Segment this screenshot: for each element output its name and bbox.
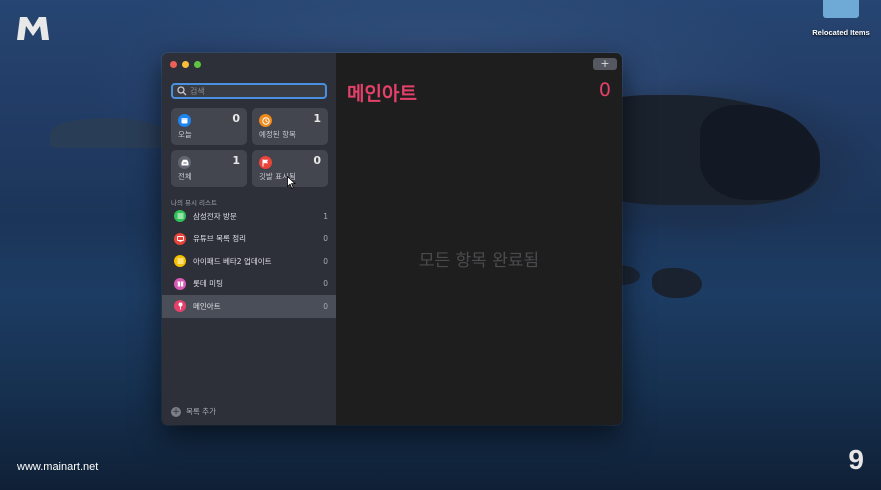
list-title: 메인아트 [347,83,417,105]
zoom-button[interactable] [194,61,201,68]
add-list-label: 목록 추가 [186,407,216,416]
list-bullet-icon [174,255,186,268]
reminders-window: 0 오늘 1 예정된 항목 1 전체 0 [162,53,622,425]
flag-icon [259,156,272,169]
gift-icon [174,277,186,290]
list-name: 메인아트 [193,301,221,311]
list-count: 1 [323,211,328,221]
add-reminder-button[interactable]: + [593,58,617,70]
tray-icon [178,156,191,169]
empty-state-message: 모든 항목 완료됨 [418,251,540,271]
relocated-items-icon[interactable]: Relocated Items [801,0,881,37]
relocated-items-label: Relocated Items [812,28,870,37]
smart-list-count: 1 [232,154,240,167]
tv-icon [174,232,186,245]
mouse-cursor-icon [287,176,296,189]
list-item[interactable]: 유튜브 목록 정리 0 [162,228,336,251]
smart-list-count: 0 [313,154,321,167]
folder-icon [823,0,859,18]
list-bullet-icon [174,210,186,223]
watermark-url: www.mainart.net [17,461,99,473]
list-item[interactable]: 메인아트 0 [162,295,336,318]
sidebar: 0 오늘 1 예정된 항목 1 전체 0 [162,53,336,425]
list-item[interactable]: 롯데 미팅 0 [162,273,336,296]
list-name: 유튜브 목록 정리 [193,234,247,244]
smart-list-today[interactable]: 0 오늘 [171,108,247,145]
search-icon [177,86,187,96]
list-count: 0 [323,279,328,289]
smart-list-label: 예정된 항목 [259,130,296,139]
corner-number: 9 [848,444,864,475]
smart-list-label: 전체 [178,172,192,181]
smart-list-count: 1 [313,112,321,125]
mainart-logo-icon [17,17,49,40]
list-total-count: 0 [598,79,611,101]
close-button[interactable] [170,61,177,68]
clock-icon [259,114,272,127]
plus-circle-icon: + [171,406,181,417]
main-pane: + 메인아트 0 모든 항목 완료됨 [336,53,622,425]
add-list-button[interactable]: + 목록 추가 [171,406,216,417]
smart-list-label: 오늘 [178,130,192,139]
smart-list-all[interactable]: 1 전체 [171,150,247,187]
calendar-icon [178,114,191,127]
list-count: 0 [323,234,328,244]
smart-list-scheduled[interactable]: 1 예정된 항목 [252,108,328,145]
search-field[interactable] [171,83,327,99]
pin-icon [174,300,186,313]
list-count: 0 [323,256,328,266]
smart-list-count: 0 [232,112,240,125]
my-lists: 삼성전자 방문 1 유튜브 목록 정리 0 아이패드 베타2 업데이트 0 롯데… [162,205,336,318]
list-item[interactable]: 아이패드 베타2 업데이트 0 [162,250,336,273]
minimize-button[interactable] [182,61,189,68]
search-input[interactable] [190,86,320,96]
list-item[interactable]: 삼성전자 방문 1 [162,205,336,228]
list-name: 삼성전자 방문 [193,211,237,221]
window-controls [170,61,201,68]
list-name: 아이패드 베타2 업데이트 [193,256,272,266]
list-count: 0 [323,301,328,311]
list-name: 롯데 미팅 [193,279,223,289]
